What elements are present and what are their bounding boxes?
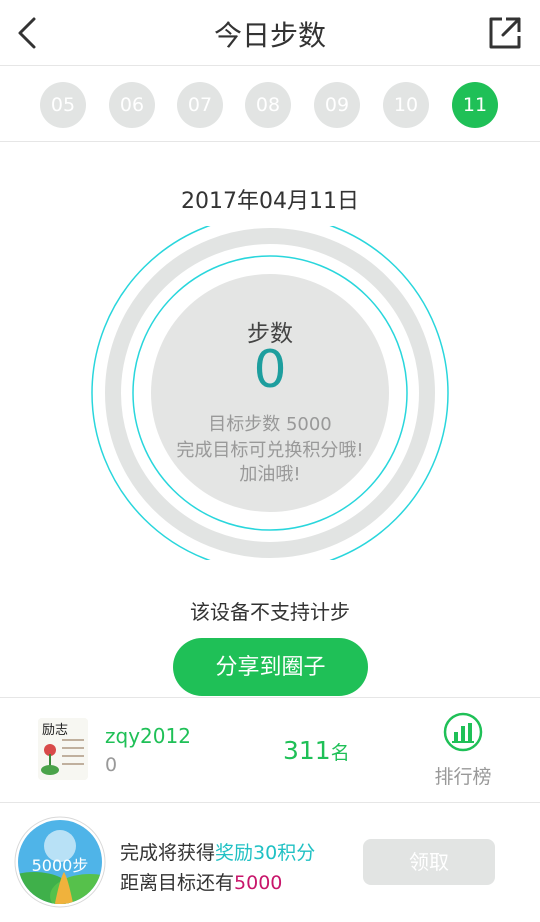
user-rank-row: 励志 zqy2012 0 311名 排行榜 xyxy=(0,697,540,803)
avatar-image: 励志 xyxy=(38,718,88,780)
remaining-steps: 5000 xyxy=(234,872,283,894)
reward-text: 完成将获得奖励30积分 xyxy=(120,838,315,865)
reward-row: 5000步 完成将获得奖励30积分 距离目标还有5000 领取 xyxy=(0,804,540,922)
reward-points: 奖励30积分 xyxy=(215,842,316,864)
share-to-circle-button[interactable]: 分享到圈子 xyxy=(173,638,368,696)
avatar-logo-text: 励志 xyxy=(42,723,68,738)
day-07[interactable]: 07 xyxy=(177,82,223,128)
goal-steps: 目标步数 5000 xyxy=(208,414,332,435)
day-08[interactable]: 08 xyxy=(245,82,291,128)
badge-label: 5000步 xyxy=(31,856,89,875)
selected-date: 2017年04月11日 xyxy=(181,189,359,214)
day-09[interactable]: 09 xyxy=(314,82,360,128)
day-10[interactable]: 10 xyxy=(383,82,429,128)
remaining-prefix: 距离目标还有 xyxy=(120,872,235,894)
bar-chart-icon xyxy=(443,712,483,752)
avatar[interactable]: 励志 xyxy=(38,718,88,780)
unsupported-notice: 该设备不支持计步 xyxy=(190,600,350,624)
leaderboard-button[interactable]: 排行榜 xyxy=(425,710,501,796)
cheer-text: 加油哦! xyxy=(239,464,301,485)
steps-value: 0 xyxy=(253,340,287,400)
remaining-text: 距离目标还有5000 xyxy=(120,868,282,895)
goal-tip: 完成目标可兑换积分哦! xyxy=(176,440,364,461)
reward-prefix: 完成将获得 xyxy=(120,842,216,864)
page-title: 今日步数 xyxy=(213,19,326,52)
day-selector: 05 06 07 08 09 10 11 xyxy=(0,66,540,142)
rank-value: 311名 xyxy=(283,736,350,765)
username: zqy2012 xyxy=(105,724,191,748)
rank-number: 311 xyxy=(283,736,331,765)
day-06[interactable]: 06 xyxy=(109,82,155,128)
day-11[interactable]: 11 xyxy=(452,82,498,128)
day-05[interactable]: 05 xyxy=(40,82,86,128)
leaderboard-label: 排行榜 xyxy=(434,766,492,788)
claim-button[interactable]: 领取 xyxy=(363,839,495,885)
external-link-icon xyxy=(489,17,521,49)
step-ring: 步数 0 目标步数 5000 完成目标可兑换积分哦! 加油哦! xyxy=(90,226,450,560)
share-button[interactable] xyxy=(486,14,524,52)
user-points: 0 xyxy=(105,754,118,776)
rank-unit: 名 xyxy=(330,742,350,764)
goal-badge: 5000步 xyxy=(14,816,106,908)
app-header: 今日步数 xyxy=(0,0,540,66)
